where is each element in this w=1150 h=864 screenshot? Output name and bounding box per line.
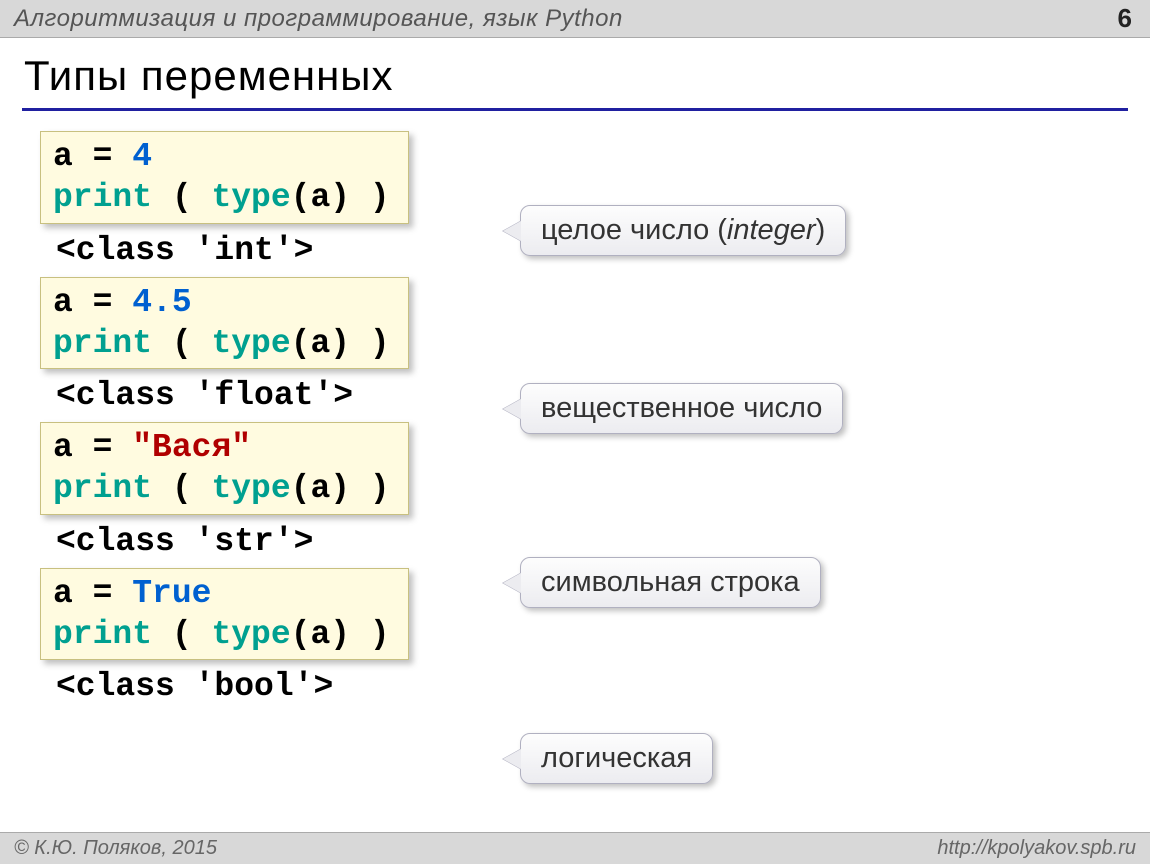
code-output: <class 'bool'> <box>56 668 1120 705</box>
title-rule <box>22 108 1128 111</box>
callout-label: символьная строка <box>520 557 821 608</box>
callout-label: логическая <box>520 733 713 784</box>
footer-copyright: © К.Ю. Поляков, 2015 <box>14 837 217 860</box>
callout-label: вещественное число <box>520 383 843 434</box>
topbar: Алгоритмизация и программирование, язык … <box>0 0 1150 38</box>
footer: © К.Ю. Поляков, 2015 http://kpolyakov.sp… <box>0 832 1150 864</box>
content-area: a = 4 print ( type(a) )<class 'int'>цело… <box>0 125 1150 705</box>
code-block: a = 4 print ( type(a) ) <box>40 131 409 224</box>
subject-title: Алгоритмизация и программирование, язык … <box>14 5 623 33</box>
code-block: a = True print ( type(a) ) <box>40 568 409 661</box>
callout-label: целое число (integer) <box>520 205 846 256</box>
page-number: 6 <box>1118 3 1132 34</box>
code-block: a = 4.5 print ( type(a) ) <box>40 277 409 370</box>
footer-url: http://kpolyakov.spb.ru <box>937 837 1136 860</box>
code-output: <class 'str'> <box>56 523 1120 560</box>
page-title: Типы переменных <box>0 38 1150 108</box>
code-block: a = "Вася" print ( type(a) ) <box>40 422 409 515</box>
